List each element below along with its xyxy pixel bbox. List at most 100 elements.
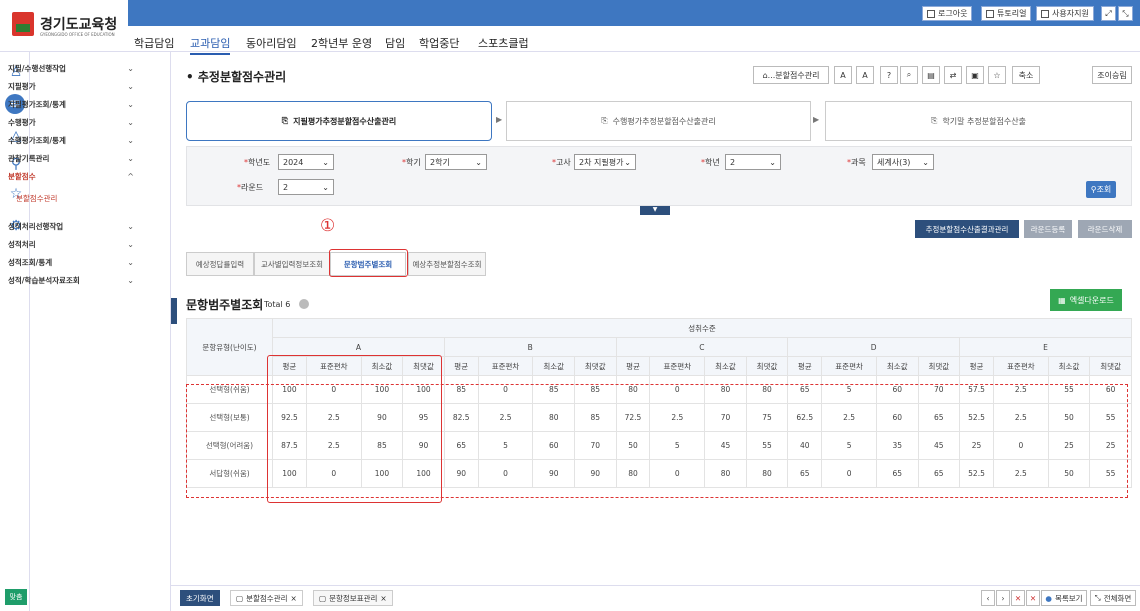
step-term-end[interactable]: ⎘ 학기말 추정분할점수산출: [825, 101, 1132, 141]
tab-teacher-input[interactable]: 교사별입력정보조회: [254, 252, 330, 276]
subject-select[interactable]: 세계사(3) ⌄: [872, 154, 934, 170]
close-all-icon[interactable]: ✕: [1026, 590, 1040, 606]
shrink-icon: ⤡: [1122, 8, 1129, 18]
stat-header[interactable]: 최댓값: [573, 356, 617, 376]
menu-class[interactable]: 담임: [385, 35, 405, 51]
sidebar-collapse-handle[interactable]: [171, 298, 177, 324]
open-tab-item-info[interactable]: ▢ 문항정보표관리 ×: [313, 590, 393, 606]
star-icon[interactable]: ☆: [988, 66, 1006, 84]
list-view-button[interactable]: ● 목록보기: [1041, 590, 1087, 606]
stat-header[interactable]: 표준편차: [992, 356, 1049, 376]
sidebar-item-written-exam[interactable]: 지필평가 ⌄: [8, 78, 134, 94]
excel-download-button[interactable]: ▦ 엑셀다운로드: [1050, 289, 1122, 311]
print-icon[interactable]: ▤: [922, 66, 940, 84]
annotation-box-tab: [329, 249, 408, 277]
sidebar-item-pre-work[interactable]: 지필/수행선행작업 ⌄: [8, 60, 134, 76]
home-tab[interactable]: 초기화면: [180, 590, 220, 606]
exam-select[interactable]: 2차 지필평가 ⌄: [574, 154, 636, 170]
user-support-button[interactable]: 사용자지원: [1036, 6, 1094, 21]
result-manage-button[interactable]: 추정분할점수산출결과관리: [915, 220, 1019, 238]
year-select[interactable]: 2024 ⌄: [278, 154, 334, 170]
sidebar-item-written-stats[interactable]: 지필평가조회/통계 ⌄: [8, 96, 134, 112]
logo-subtitle: GYEONGGIDO OFFICE OF EDUCATION: [40, 32, 115, 37]
chevron-down-icon: ⌄: [127, 257, 134, 267]
sidebar-item-cut-score[interactable]: 분할점수 ^: [8, 168, 134, 184]
document-icon: ⎘: [601, 116, 608, 125]
step-written-exam[interactable]: ⎘ 지필평가추정분할점수산출관리: [186, 101, 492, 141]
chevron-down-icon: ⌄: [127, 153, 134, 163]
chevron-down-icon: ⌄: [127, 117, 134, 127]
menu-grade2-dept[interactable]: 2학년부 운영: [311, 35, 372, 51]
grade-select[interactable]: 2 ⌄: [725, 154, 781, 170]
chevron-down-icon: ⌄: [127, 63, 134, 73]
stat-header[interactable]: 평균: [787, 356, 823, 376]
stat-header[interactable]: 최댓값: [917, 356, 961, 376]
chevron-down-icon: ⌄: [127, 81, 134, 91]
prev-tab-button[interactable]: ‹: [981, 590, 995, 606]
close-icon[interactable]: ×: [380, 594, 386, 603]
zoom-out-button[interactable]: 축소: [1012, 66, 1040, 84]
tab-expected-cut-score[interactable]: 예상추정분할점수조회: [408, 252, 486, 276]
expand-button[interactable]: ⤢: [1101, 6, 1116, 21]
sidebar-item-observation[interactable]: 관찰기록관리 ⌄: [8, 150, 134, 166]
save-icon[interactable]: ▣: [966, 66, 984, 84]
sidebar-item-cut-score-manage[interactable]: 분할점수관리: [16, 190, 142, 206]
tutorial-button[interactable]: 튜토리얼: [981, 6, 1032, 21]
stat-header[interactable]: 표준편차: [649, 356, 706, 376]
chevron-down-icon: ⌄: [769, 157, 776, 167]
search-button[interactable]: ⚲ 조회: [1086, 181, 1116, 198]
stat-header[interactable]: 표준편차: [477, 356, 534, 376]
stat-header[interactable]: 최댓값: [1089, 356, 1132, 376]
round-register-button[interactable]: 라운드등록: [1024, 220, 1072, 238]
chevron-down-icon: ⌄: [322, 182, 329, 192]
step-performance[interactable]: ⎘ 수행평가추정분할점수산출관리: [506, 101, 811, 141]
stat-header[interactable]: 평균: [615, 356, 651, 376]
menu-dropout[interactable]: 학업중단: [419, 35, 459, 51]
document-icon: ⎘: [281, 116, 289, 125]
help-icon[interactable]: ?: [880, 66, 898, 84]
stat-header[interactable]: 평균: [959, 356, 994, 376]
stat-header[interactable]: 최소값: [1047, 356, 1091, 376]
open-tab-cut-score[interactable]: ▢ 분할점수관리 ×: [230, 590, 303, 606]
round-delete-button[interactable]: 라운드삭제: [1078, 220, 1132, 238]
stat-header[interactable]: 표준편차: [821, 356, 877, 376]
fullscreen-button[interactable]: ⤡ 전체화면: [1090, 590, 1136, 606]
cut-score-manage-link[interactable]: ⌂ ...분할점수관리: [753, 66, 829, 84]
logout-button[interactable]: 로그아웃: [922, 6, 973, 21]
next-tab-button[interactable]: ›: [996, 590, 1010, 606]
pin-icon[interactable]: ⌕: [900, 66, 918, 84]
grade-label: *학년: [701, 158, 720, 167]
menu-club[interactable]: 동아리담임: [246, 35, 297, 51]
user-name-button[interactable]: 조이승림: [1092, 66, 1132, 84]
close-icon[interactable]: ×: [291, 594, 297, 603]
menu-homeroom[interactable]: 학급담임: [134, 35, 174, 51]
level-group-header: 성취수준: [272, 318, 1132, 338]
close-tab-icon[interactable]: ✕: [1011, 590, 1025, 606]
sidebar-item-performance[interactable]: 수행평가 ⌄: [8, 114, 134, 130]
stat-header[interactable]: 최댓값: [745, 356, 789, 376]
sidebar-item-grade-process[interactable]: 성적처리 ⌄: [8, 236, 134, 252]
shrink-button[interactable]: ⤡: [1118, 6, 1133, 21]
menu-subject-teacher[interactable]: 교과담임: [190, 35, 231, 55]
chevron-down-icon: ⌄: [127, 221, 134, 231]
sidebar-item-analysis[interactable]: 성적/학습분석자료조회 ⌄: [8, 272, 134, 288]
sidebar-item-grade-stats[interactable]: 성적조회/통계 ⌄: [8, 254, 134, 270]
sidebar-item-grade-pre[interactable]: 성적처리선행작업 ⌄: [8, 218, 134, 234]
filter-toggle-button[interactable]: ▼: [640, 206, 670, 215]
chevron-down-icon: ⌄: [624, 157, 631, 167]
term-select[interactable]: 2학기 ⌄: [425, 154, 487, 170]
tab-expected-rate[interactable]: 예상정답률입력: [186, 252, 254, 276]
stat-header[interactable]: 평균: [443, 356, 479, 376]
stat-header[interactable]: 최소값: [532, 356, 575, 376]
fit-button[interactable]: 맞춤: [5, 589, 27, 605]
font-a2-button[interactable]: A: [856, 66, 874, 84]
level-header: E: [959, 337, 1132, 357]
menu-sports-club[interactable]: 스포츠클럽: [478, 35, 529, 51]
round-select[interactable]: 2 ⌄: [278, 179, 334, 195]
stat-header[interactable]: 최소값: [875, 356, 919, 376]
step-arrow-icon: ▶: [496, 115, 503, 124]
stat-header[interactable]: 최소값: [704, 356, 747, 376]
sidebar-item-performance-stats[interactable]: 수행평가조회/통계 ⌄: [8, 132, 134, 148]
font-a-button[interactable]: A: [834, 66, 852, 84]
share-icon[interactable]: ⇄: [944, 66, 962, 84]
